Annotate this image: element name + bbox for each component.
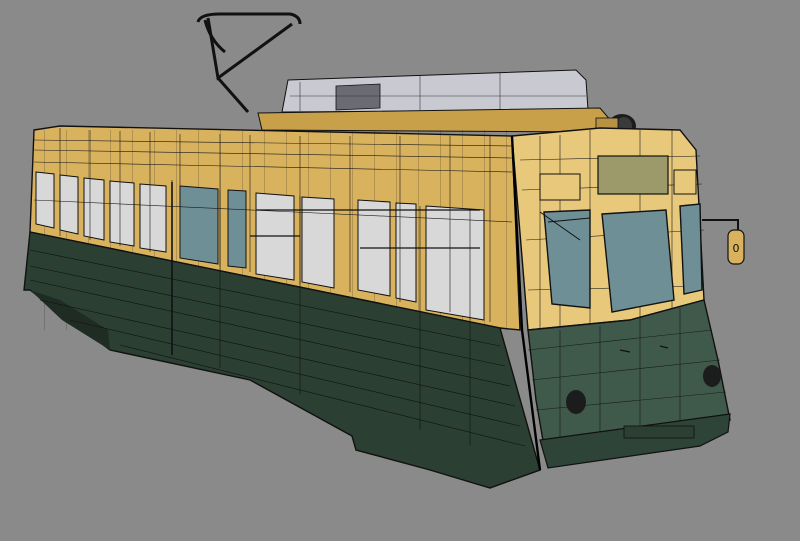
- lower-lamp-left: [566, 390, 586, 414]
- 3d-viewport[interactable]: 0: [0, 0, 800, 541]
- front-window-right: [679, 203, 703, 295]
- destination-sign: [597, 155, 669, 195]
- front-window-left: [543, 209, 591, 309]
- marker-light-right: [673, 169, 697, 195]
- front-number-plate: 0: [733, 242, 740, 255]
- tram-model-render: 0: [0, 0, 800, 541]
- marker-light-left: [539, 173, 581, 201]
- front-window-center: [601, 209, 675, 313]
- lower-lamp-right: [703, 365, 721, 387]
- roof-equipment: [257, 69, 613, 133]
- tram-front-upper: [511, 127, 705, 331]
